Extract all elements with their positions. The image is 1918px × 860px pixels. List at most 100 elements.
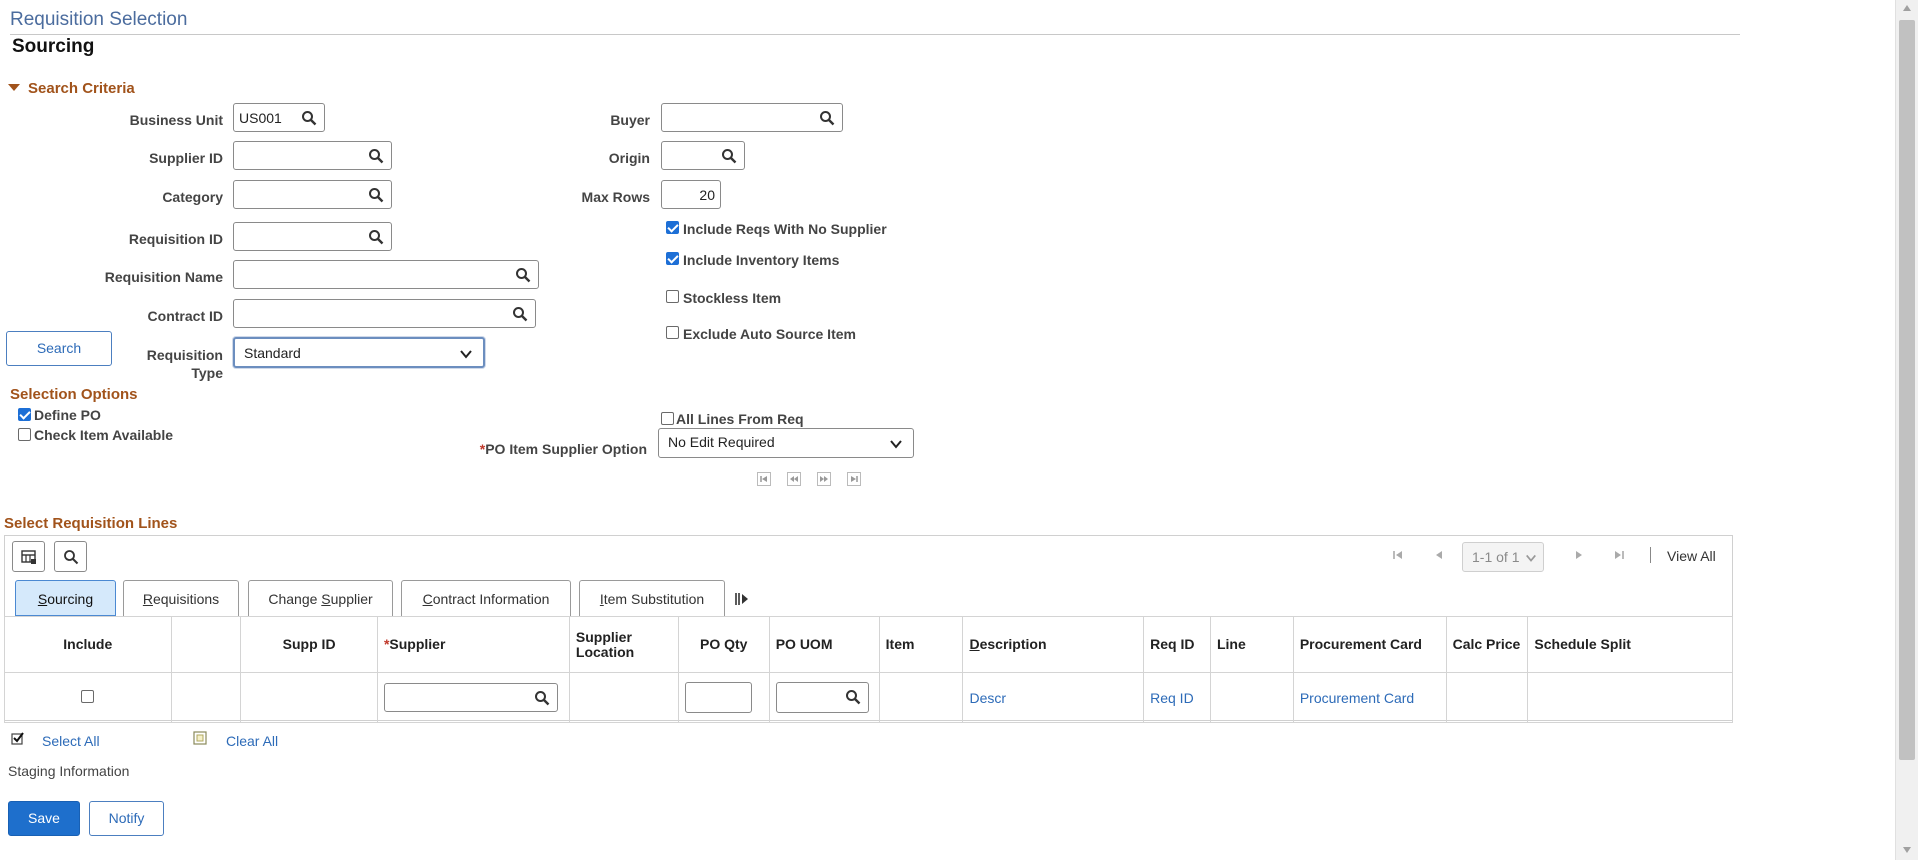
requisition-name-field[interactable] bbox=[233, 260, 539, 289]
save-button[interactable]: Save bbox=[8, 801, 80, 836]
previous-page-icon[interactable] bbox=[787, 472, 801, 486]
next-page-icon[interactable] bbox=[1572, 548, 1586, 562]
requisition-name-label: Requisition Name bbox=[104, 269, 223, 285]
vertical-scrollbar[interactable] bbox=[1895, 0, 1918, 860]
first-page-icon[interactable] bbox=[757, 472, 771, 486]
requisition-lines-table: Include Supp ID *Supplier Supplier Locat… bbox=[4, 616, 1733, 723]
find-in-grid-button[interactable] bbox=[54, 541, 87, 572]
requisition-type-select[interactable]: Standard bbox=[233, 337, 485, 368]
origin-field[interactable] bbox=[661, 141, 745, 170]
stockless-item-checkbox[interactable] bbox=[666, 290, 679, 303]
pager-divider bbox=[1650, 547, 1651, 563]
supplier-field[interactable] bbox=[383, 683, 558, 712]
search-criteria-heading: Search Criteria bbox=[28, 80, 135, 97]
include-reqs-no-supplier-checkbox[interactable] bbox=[666, 221, 679, 234]
max-rows-field[interactable] bbox=[661, 180, 721, 209]
search-icon[interactable] bbox=[534, 690, 550, 706]
scroll-down-icon[interactable] bbox=[1902, 846, 1912, 854]
search-button[interactable]: Search bbox=[6, 331, 112, 366]
col-schedule-split: Schedule Split bbox=[1527, 616, 1733, 673]
po-uom-field[interactable] bbox=[775, 682, 869, 713]
search-icon[interactable] bbox=[301, 110, 317, 126]
view-all-link[interactable]: View All bbox=[1667, 548, 1716, 564]
description-cell: Descr bbox=[962, 672, 1145, 723]
search-icon[interactable] bbox=[515, 267, 531, 283]
req-id-cell: Req ID bbox=[1143, 672, 1211, 723]
col-po-uom: PO UOM bbox=[768, 616, 880, 673]
search-icon bbox=[64, 550, 79, 565]
col-calc-price: Calc Price bbox=[1445, 616, 1529, 673]
tab-item-substitution[interactable]: Item Substitution bbox=[579, 580, 725, 616]
all-lines-from-req-checkbox[interactable] bbox=[661, 412, 674, 425]
show-all-columns-icon[interactable] bbox=[734, 592, 750, 606]
requisition-id-label: Requisition ID bbox=[128, 231, 223, 247]
procurement-card-link[interactable]: Procurement Card bbox=[1300, 690, 1414, 706]
clear-all-link[interactable]: Clear All bbox=[226, 733, 278, 749]
buyer-input[interactable] bbox=[662, 104, 842, 131]
supplier-location-cell bbox=[568, 672, 679, 723]
define-po-checkbox[interactable] bbox=[18, 408, 31, 421]
requisition-name-input[interactable] bbox=[234, 261, 538, 288]
search-icon[interactable] bbox=[819, 110, 835, 126]
contract-id-input[interactable] bbox=[234, 300, 535, 327]
line-cell bbox=[1209, 672, 1294, 723]
next-page-icon[interactable] bbox=[817, 472, 831, 486]
search-criteria-toggle[interactable]: Search Criteria bbox=[8, 80, 135, 97]
first-page-icon[interactable] bbox=[1391, 548, 1405, 562]
category-field[interactable] bbox=[233, 180, 392, 209]
po-item-supplier-option-select[interactable]: No Edit Required bbox=[658, 428, 914, 458]
col-line: Line bbox=[1209, 616, 1294, 673]
po-qty-field[interactable] bbox=[684, 682, 752, 713]
supplier-id-label: Supplier ID bbox=[149, 150, 223, 166]
clear-all-icon[interactable] bbox=[193, 731, 207, 745]
previous-page-icon[interactable] bbox=[1432, 548, 1446, 562]
notify-button[interactable]: Notify bbox=[89, 801, 164, 836]
buyer-field[interactable] bbox=[661, 103, 843, 132]
check-item-available-label: Check Item Available bbox=[34, 427, 174, 443]
contract-id-label: Contract ID bbox=[147, 308, 223, 324]
search-icon[interactable] bbox=[721, 148, 737, 164]
supplier-id-field[interactable] bbox=[233, 141, 392, 170]
search-icon[interactable] bbox=[368, 148, 384, 164]
scroll-up-icon[interactable] bbox=[1902, 4, 1912, 12]
exclude-auto-source-checkbox[interactable] bbox=[666, 326, 679, 339]
search-icon[interactable] bbox=[368, 187, 384, 203]
business-unit-field[interactable] bbox=[233, 103, 325, 132]
check-item-available-checkbox[interactable] bbox=[18, 428, 31, 441]
select-all-icon[interactable] bbox=[11, 731, 25, 745]
supplier-cell bbox=[376, 672, 570, 723]
tab-requisitions[interactable]: Requisitions bbox=[123, 580, 239, 616]
tab-change-supplier[interactable]: Change Supplier bbox=[248, 580, 393, 616]
exclude-auto-source-label: Exclude Auto Source Item bbox=[683, 326, 856, 342]
last-page-icon[interactable] bbox=[847, 472, 861, 486]
col-include: Include bbox=[4, 616, 172, 673]
tab-sourcing[interactable]: Sourcing bbox=[15, 580, 116, 616]
po-item-supplier-option-label: *PO Item Supplier Option bbox=[430, 441, 647, 457]
select-all-link[interactable]: Select All bbox=[42, 733, 100, 749]
max-rows-label: Max Rows bbox=[581, 189, 650, 205]
contract-id-field[interactable] bbox=[233, 299, 536, 328]
max-rows-input[interactable] bbox=[662, 181, 720, 208]
search-icon[interactable] bbox=[368, 229, 384, 245]
tab-contract-information[interactable]: Contract Information bbox=[401, 580, 571, 616]
col-supplier: *Supplier bbox=[376, 616, 570, 673]
descr-link[interactable]: Descr bbox=[969, 690, 1006, 706]
include-inventory-items-checkbox[interactable] bbox=[666, 252, 679, 265]
scrollbar-thumb[interactable] bbox=[1899, 20, 1915, 760]
pager-range-select[interactable]: 1-1 of 1 bbox=[1462, 542, 1544, 572]
col-req-id: Req ID bbox=[1143, 616, 1211, 673]
requisition-type-label: Requisition Type bbox=[146, 347, 223, 381]
search-icon[interactable] bbox=[845, 689, 861, 705]
include-row-checkbox[interactable] bbox=[81, 689, 95, 703]
last-page-icon[interactable] bbox=[1612, 548, 1626, 562]
search-icon[interactable] bbox=[512, 306, 528, 322]
selection-options-heading: Selection Options bbox=[10, 386, 138, 403]
buyer-label: Buyer bbox=[610, 112, 650, 128]
table-header-row: Include Supp ID *Supplier Supplier Locat… bbox=[4, 616, 1733, 673]
req-id-link[interactable]: Req ID bbox=[1150, 690, 1194, 706]
supplier-input[interactable] bbox=[384, 684, 557, 711]
requisition-id-field[interactable] bbox=[233, 222, 392, 251]
all-lines-from-req-label: All Lines From Req bbox=[676, 411, 804, 427]
po-qty-input[interactable] bbox=[685, 683, 751, 712]
personalize-grid-button[interactable] bbox=[12, 541, 45, 572]
